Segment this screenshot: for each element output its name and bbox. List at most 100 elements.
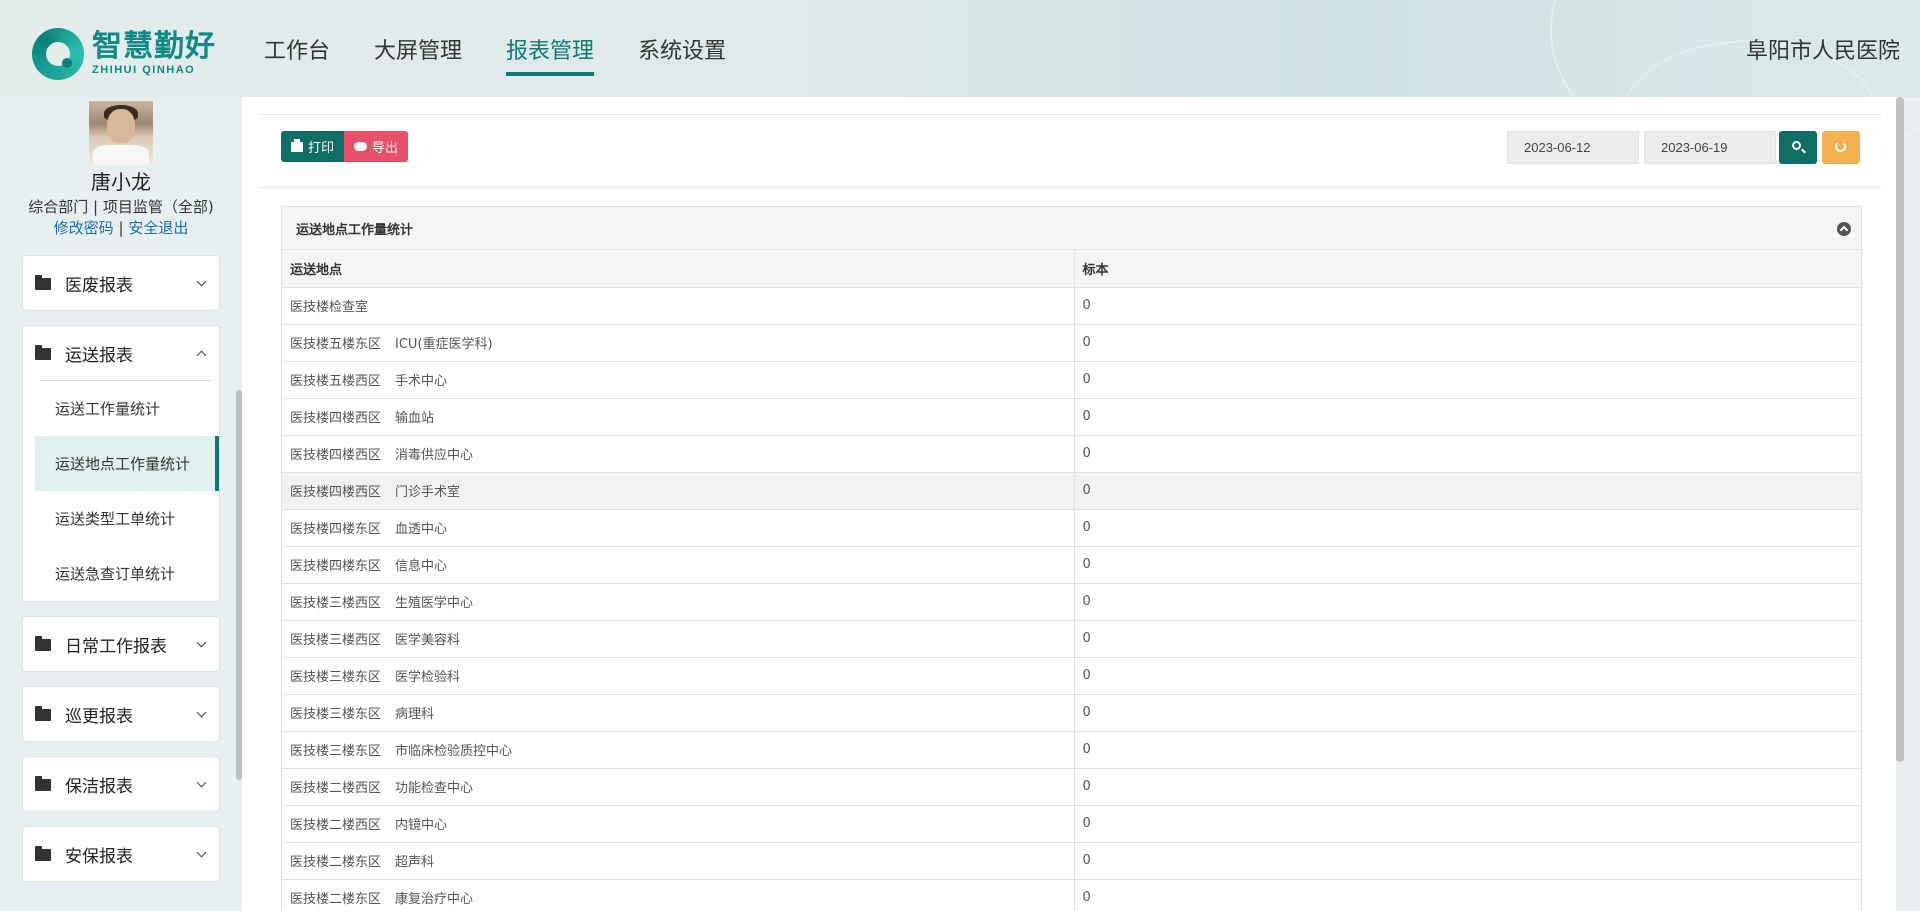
- location-cell: 医技楼四楼西区 消毒供应中心: [282, 435, 1075, 473]
- location-cell: 医技楼检查室: [282, 287, 1075, 325]
- undo-icon: [1835, 141, 1846, 152]
- menu-title: 保洁报表: [65, 776, 133, 797]
- menu-head-medical-waste[interactable]: 医废报表: [23, 256, 219, 310]
- collapse-icon[interactable]: [1837, 222, 1851, 236]
- sidebar: 唐小龙 综合部门 | 项目监管（全部) 修改密码 | 安全退出 医废报表 运送报…: [0, 97, 242, 911]
- sidebar-item-transport-workload[interactable]: 运送工作量统计: [23, 381, 219, 436]
- menu-title: 巡更报表: [65, 706, 133, 727]
- location-department: 超声科: [395, 855, 435, 870]
- menu-group-security: 安保报表: [22, 826, 220, 882]
- nav-system-settings[interactable]: 系统设置: [638, 0, 726, 97]
- table-row: 医技楼三楼西区 生殖医学中心 0: [282, 583, 1861, 621]
- change-password-link[interactable]: 修改密码: [54, 219, 114, 237]
- report-table: 运送地点 标本 医技楼检查室 0 医技楼五楼东区 ICU(重症医学科) 0 医技楼五楼西区…: [282, 250, 1861, 911]
- location-area: 医技楼四楼西区: [290, 485, 382, 500]
- export-button[interactable]: 导出: [344, 131, 409, 162]
- location-cell: 医技楼四楼西区 输血站: [282, 398, 1075, 436]
- menu-group-daily-work: 日常工作报表: [22, 616, 220, 672]
- menu-head-transport[interactable]: 运送报表: [23, 326, 219, 380]
- table-row: 医技楼二楼东区 康复治疗中心 0: [282, 879, 1861, 911]
- specimen-count-cell: 0: [1074, 546, 1861, 584]
- table-row: 医技楼三楼西区 医学美容科 0: [282, 620, 1861, 658]
- location-cell: 医技楼五楼西区 手术中心: [282, 361, 1075, 399]
- folder-icon: [35, 776, 51, 791]
- location-area: 医技楼三楼东区: [290, 744, 382, 759]
- toolbar: 打印 导出: [281, 131, 409, 162]
- top-header: 智慧勤好 ZHIHUI QINHAO 工作台 大屏管理 报表管理 系统设置 阜阳…: [0, 0, 1920, 200]
- specimen-count-cell: 0: [1074, 435, 1861, 473]
- location-department: 输血站: [395, 411, 435, 426]
- location-department: 医学美容科: [395, 633, 461, 648]
- menu-head-daily-work[interactable]: 日常工作报表: [23, 617, 219, 671]
- location-area: 医技楼四楼东区: [290, 522, 382, 537]
- specimen-count-cell: 0: [1074, 287, 1861, 325]
- location-department: 内镜中心: [395, 818, 448, 833]
- location-department: 消毒供应中心: [395, 448, 474, 463]
- menu-head-cleaning[interactable]: 保洁报表: [23, 757, 219, 811]
- location-department: 病理科: [395, 707, 435, 722]
- logout-link[interactable]: 安全退出: [128, 219, 188, 237]
- table-row: 医技楼五楼西区 手术中心 0: [282, 361, 1861, 399]
- location-cell: 医技楼四楼东区 血透中心: [282, 509, 1075, 547]
- location-cell: 医技楼二楼东区 康复治疗中心: [282, 879, 1075, 911]
- sidebar-item-transport-type-orders[interactable]: 运送类型工单统计: [23, 491, 219, 546]
- location-area: 医技楼三楼东区: [290, 670, 382, 685]
- brand-name-cn: 智慧勤好: [92, 29, 216, 64]
- menu-group-medical-waste: 医废报表: [22, 255, 220, 311]
- nav-workbench[interactable]: 工作台: [264, 0, 330, 97]
- sidebar-item-transport-location-workload[interactable]: 运送地点工作量统计: [35, 436, 219, 491]
- location-department: 生殖医学中心: [395, 596, 474, 611]
- location-department: 康复治疗中心: [395, 892, 474, 907]
- location-area: 医技楼五楼东区: [290, 337, 382, 352]
- user-name: 唐小龙: [91, 170, 151, 194]
- table-row: 医技楼三楼东区 市临床检验质控中心 0: [282, 731, 1861, 769]
- table-row: 医技楼五楼东区 ICU(重症医学科) 0: [282, 324, 1861, 362]
- location-area: 医技楼四楼东区: [290, 559, 382, 574]
- folder-icon: [35, 846, 51, 861]
- table-row: 医技楼二楼西区 功能检查中心 0: [282, 768, 1861, 806]
- location-cell: 医技楼三楼西区 医学美容科: [282, 620, 1075, 658]
- menu-head-security[interactable]: 安保报表: [23, 827, 219, 881]
- table-row: 医技楼四楼西区 消毒供应中心 0: [282, 435, 1861, 473]
- menu-group-patrol: 巡更报表: [22, 686, 220, 742]
- search-button[interactable]: [1779, 131, 1817, 164]
- main-content: 打印 导出 2023-06-12 2023-06-19 运送地点工作量统计 运送…: [242, 97, 1896, 911]
- location-area: 医技楼三楼西区: [290, 633, 382, 648]
- brand-logo[interactable]: 智慧勤好 ZHIHUI QINHAO: [32, 28, 216, 80]
- avatar: [89, 101, 153, 165]
- location-area: 医技楼四楼西区: [290, 448, 382, 463]
- location-department: 门诊手术室: [395, 485, 461, 500]
- cloud-upload-icon: [354, 142, 368, 151]
- end-date-input[interactable]: 2023-06-19: [1644, 131, 1776, 164]
- specimen-count-cell: 0: [1074, 657, 1861, 695]
- menu-head-patrol[interactable]: 巡更报表: [23, 687, 219, 741]
- nav-screen-management[interactable]: 大屏管理: [374, 0, 462, 97]
- nav-report-management[interactable]: 报表管理: [506, 0, 595, 97]
- sidebar-item-transport-urgent-orders[interactable]: 运送急查订单统计: [23, 546, 219, 601]
- specimen-count-cell: 0: [1074, 620, 1861, 658]
- column-header-location: 运送地点: [282, 250, 1075, 288]
- location-cell: 医技楼五楼东区 ICU(重症医学科): [282, 324, 1075, 362]
- location-cell: 医技楼二楼东区 超声科: [282, 842, 1075, 880]
- location-cell: 医技楼三楼东区 市临床检验质控中心: [282, 731, 1075, 769]
- start-date-input[interactable]: 2023-06-12: [1507, 131, 1639, 164]
- location-area: 医技楼三楼西区: [290, 596, 382, 611]
- table-row: 医技楼二楼东区 超声科 0: [282, 842, 1861, 880]
- link-separator: |: [118, 219, 124, 237]
- table-row: 医技楼三楼东区 医学检验科 0: [282, 657, 1861, 695]
- main-nav: 工作台 大屏管理 报表管理 系统设置: [264, 0, 770, 97]
- chevron-down-icon: [196, 847, 207, 858]
- print-button[interactable]: 打印: [281, 131, 345, 162]
- folder-icon: [35, 275, 51, 290]
- specimen-count-cell: 0: [1074, 472, 1861, 510]
- specimen-count-cell: 0: [1074, 324, 1861, 362]
- main-scrollbar[interactable]: [1896, 97, 1904, 762]
- location-area: 医技楼五楼西区: [290, 374, 382, 389]
- sidebar-menu: 医废报表 运送报表 运送工作量统计 运送地点工作量统计 运送类型工单统计 运送急…: [22, 255, 220, 896]
- location-department: 手术中心: [395, 374, 448, 389]
- specimen-count-cell: 0: [1074, 731, 1861, 769]
- table-row: 医技楼四楼西区 门诊手术室 0: [282, 472, 1861, 510]
- location-department: ICU(重症医学科): [395, 337, 493, 352]
- reset-button[interactable]: [1822, 131, 1860, 164]
- chevron-down-icon: [196, 637, 207, 648]
